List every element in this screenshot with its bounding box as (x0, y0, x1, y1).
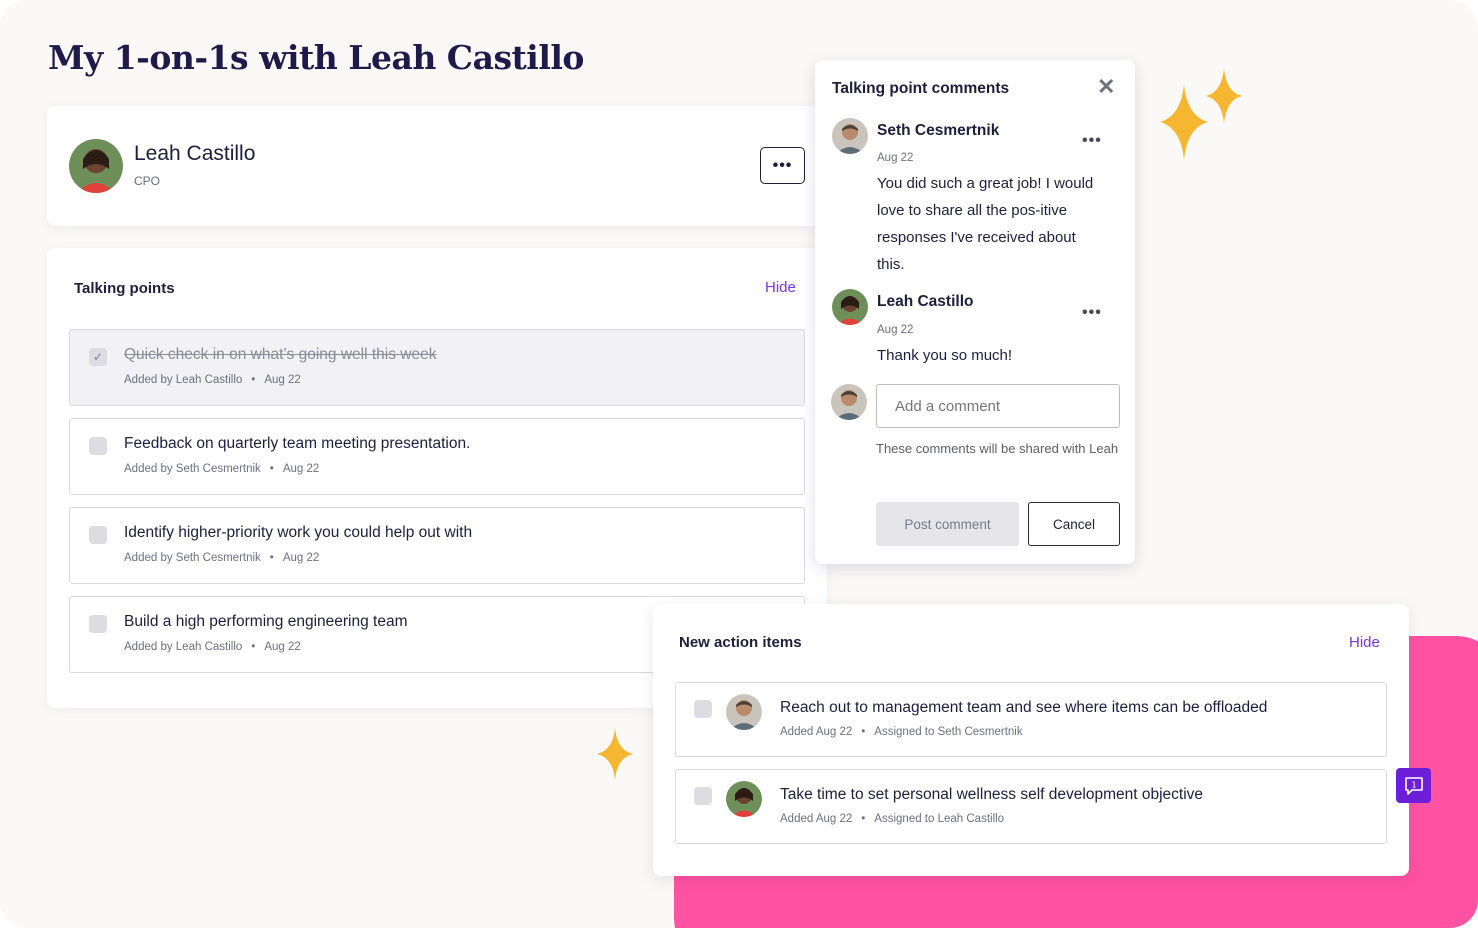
add-comment-input[interactable] (876, 384, 1120, 428)
comment-body: You did such a great job! I would love t… (877, 175, 1094, 273)
added-date: Aug 22 (264, 641, 301, 653)
checkmark-icon[interactable]: ✓ (89, 348, 107, 366)
avatar-seth (832, 118, 868, 154)
action-items-title: New action items (679, 634, 802, 651)
assigned-to: Assigned to Leah Castillo (874, 813, 1005, 825)
added-by: Added by Leah Castillo (124, 374, 243, 386)
added-by: Added by Seth Cesmertnik (124, 463, 261, 475)
post-comment-button[interactable]: Post comment (876, 502, 1019, 546)
added-date: Added Aug 22 (780, 726, 853, 738)
profile-card: Leah Castillo CPO ••• (47, 106, 837, 226)
avatar-leah (726, 781, 762, 817)
sparkle-icon (1206, 68, 1242, 124)
talking-points-title: Talking points (74, 280, 175, 297)
action-items-card: New action items Hide Reach out to manag… (653, 604, 1409, 876)
checkbox[interactable] (89, 526, 107, 544)
talking-point-item[interactable]: Feedback on quarterly team meeting prese… (69, 418, 805, 495)
comment-author: Leah Castillo (877, 293, 974, 310)
action-item-text: Reach out to management team and see whe… (780, 699, 1268, 716)
assigned-to: Assigned to Seth Cesmertnik (874, 726, 1023, 738)
talking-points-hide-link[interactable]: Hide (765, 279, 796, 296)
added-date: Aug 22 (282, 552, 320, 564)
sparkle-icon (597, 728, 633, 780)
page-title: My 1-on-1s with Leah Castillo (48, 38, 584, 77)
separator-dot: • (269, 552, 274, 564)
action-item-meta: Added Aug 22 • Assigned to Leah Castillo (780, 813, 1004, 825)
added-date: Aug 22 (282, 463, 320, 475)
profile-name: Leah Castillo (134, 142, 256, 165)
talking-point-item[interactable]: ✓ Quick check in on what’s going well th… (69, 329, 805, 406)
comment-date: Aug 22 (877, 324, 914, 336)
talking-point-text: Quick check in on what’s going well this… (124, 346, 437, 363)
added-date: Added Aug 22 (780, 813, 853, 825)
talking-point-text: Feedback on quarterly team meeting prese… (124, 435, 471, 452)
comments-title: Talking point comments (832, 80, 1010, 97)
sparkle-icon (1160, 84, 1208, 160)
added-by: Added by Seth Cesmertnik (124, 552, 261, 564)
chat-button[interactable]: 1 (1396, 768, 1431, 803)
avatar-seth (726, 694, 762, 730)
more-icon[interactable]: ••• (1082, 304, 1102, 322)
talking-point-text: Identify higher-priority work you could … (124, 524, 473, 541)
separator-dot: • (251, 641, 256, 653)
close-icon[interactable]: ✕ (1097, 76, 1115, 98)
action-items-hide-link[interactable]: Hide (1349, 634, 1380, 651)
checkbox[interactable] (694, 700, 712, 718)
talking-point-item[interactable]: Identify higher-priority work you could … (69, 507, 805, 584)
added-by: Added by Leah Castillo (124, 641, 243, 653)
separator-dot: • (861, 726, 866, 738)
checkbox[interactable] (89, 437, 107, 455)
more-options-button[interactable]: ••• (760, 147, 805, 184)
checkbox[interactable] (89, 615, 107, 633)
more-icon[interactable]: ••• (1082, 132, 1102, 150)
action-item[interactable]: Take time to set personal wellness self … (675, 769, 1387, 844)
talking-point-meta: Added by Leah Castillo • Aug 22 (124, 641, 301, 653)
avatar-leah (69, 139, 123, 193)
separator-dot: • (861, 813, 866, 825)
cancel-button[interactable]: Cancel (1028, 502, 1120, 546)
profile-role: CPO (134, 174, 161, 188)
talking-point-comments-panel: Talking point comments ✕ Seth Cesmertnik… (815, 60, 1135, 564)
page-background: My 1-on-1s with Leah Castillo Leah Casti… (0, 0, 1478, 928)
separator-dot: • (269, 463, 274, 475)
separator-dot: • (251, 374, 256, 386)
chat-count: 1 (1411, 780, 1416, 789)
avatar-current-user (831, 384, 867, 420)
talking-point-meta: Added by Seth Cesmertnik • Aug 22 (124, 552, 319, 564)
added-date: Aug 22 (264, 374, 301, 386)
talking-point-meta: Added by Leah Castillo • Aug 22 (124, 374, 301, 386)
comment-body: Thank you so much! (877, 347, 1013, 364)
checkbox[interactable] (694, 787, 712, 805)
action-item-meta: Added Aug 22 • Assigned to Seth Cesmertnik (780, 726, 1023, 738)
share-note: These comments will be shared with Leah (876, 441, 1119, 456)
talking-point-text: Build a high performing engineering team (124, 613, 408, 630)
comment-author: Seth Cesmertnik (877, 122, 1000, 139)
action-item-text: Take time to set personal wellness self … (780, 786, 1204, 803)
action-item[interactable]: Reach out to management team and see whe… (675, 682, 1387, 757)
comment-date: Aug 22 (877, 152, 914, 164)
chat-icon: 1 (1404, 776, 1423, 795)
avatar-leah (832, 289, 868, 325)
talking-point-meta: Added by Seth Cesmertnik • Aug 22 (124, 463, 319, 475)
